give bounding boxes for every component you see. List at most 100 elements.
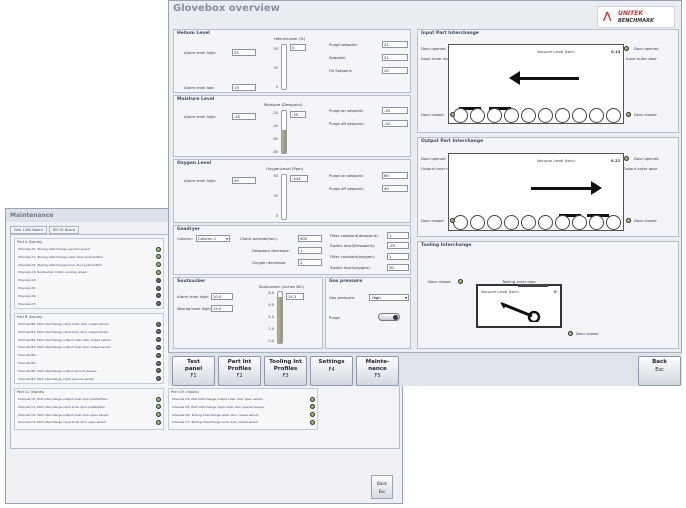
soutsucker-tick-0: 0.0 bbox=[268, 339, 274, 343]
channel-label: Channel A0: Tooling interchange vacuum s… bbox=[18, 247, 91, 251]
back-label: Back bbox=[377, 481, 387, 486]
helium-tick-0: 0 bbox=[275, 85, 278, 89]
gasdryer-check-period-label: Check periode(sec): bbox=[240, 236, 278, 241]
soutsucker-tick-6: 6.0 bbox=[268, 303, 274, 307]
gasdryer-title: Gasdryer bbox=[177, 227, 201, 232]
channel-label: Channel B6: Part interchange output vacu… bbox=[18, 368, 97, 373]
channel-status-led bbox=[156, 329, 161, 335]
part-int-profiles-button[interactable]: Part Int Profiles F2 bbox=[218, 356, 261, 386]
oxygen-alarm-high-label: Alarm level high: bbox=[184, 178, 217, 183]
roller-icon bbox=[521, 108, 536, 123]
gasdryer-column-select[interactable]: Column 1 ▾ bbox=[196, 235, 230, 242]
channel-label: Channel C1: Part interchange input inner… bbox=[18, 404, 106, 409]
gasdryer-switch-dew-label: Switch level(Dewpoint): bbox=[330, 243, 376, 248]
moisture-alarm-high-field[interactable]: -42 bbox=[232, 113, 256, 120]
channel-status-led bbox=[156, 368, 161, 374]
back-key: Esc bbox=[378, 489, 386, 494]
maintenance-button[interactable]: Mainte- nance F5 bbox=[356, 356, 399, 386]
moisture-gauge-label: Moisture (Dewpoint) bbox=[264, 102, 303, 107]
soutsucker-warning-high-field[interactable]: 15.0 bbox=[211, 305, 233, 312]
output-vacuum-value: 0.21 bbox=[611, 158, 621, 163]
moisture-purge-on-field[interactable]: -45 bbox=[382, 107, 408, 114]
oxygen-purge-off-field[interactable]: 40 bbox=[382, 185, 408, 192]
gas-pressure-select[interactable]: High ▾ bbox=[369, 294, 409, 301]
btn-f1-key: F1 bbox=[190, 373, 197, 379]
moisture-alarm-high-label: Alarm level high: bbox=[184, 114, 217, 119]
chevron-down-icon: ▾ bbox=[226, 236, 228, 241]
purge-toggle[interactable] bbox=[378, 313, 400, 321]
channel-status-led bbox=[156, 360, 161, 366]
chevron-down-icon: ▾ bbox=[404, 295, 407, 300]
channel-label: Channel B1: Part interchange input inner… bbox=[18, 329, 109, 334]
soutsucker-alarm-high-field[interactable]: 20.0 bbox=[211, 293, 233, 300]
channel-label: Channel C4: Part interchange output oute… bbox=[172, 397, 263, 401]
moisture-tick-20: -20 bbox=[272, 111, 278, 115]
moisture-purge-off-field[interactable]: -52 bbox=[382, 120, 408, 127]
back-button[interactable]: Back Esc bbox=[638, 356, 681, 386]
helium-setpoint-field[interactable]: 21 bbox=[382, 54, 408, 61]
unitek-logo: ⋀ UNITEK BENCHMARK bbox=[597, 6, 675, 28]
gasdryer-check-period-field[interactable]: 900 bbox=[298, 235, 322, 242]
input-outer-closed-led bbox=[626, 112, 631, 117]
tab-dio-board[interactable]: DIO IR Board bbox=[48, 226, 80, 234]
output-inner-closed-led bbox=[450, 218, 455, 223]
helium-gauge-label: HeliumLevel (%) bbox=[274, 36, 306, 41]
gasdryer-filter-oxy-field[interactable]: 1 bbox=[387, 253, 409, 260]
gasdryer-panel: Gasdryer Column: Column 1 ▾ Check period… bbox=[173, 225, 411, 275]
tab-das-board[interactable]: DAS 1000 Board bbox=[10, 226, 47, 234]
gasdryer-switch-oxy-field[interactable]: 30 bbox=[387, 264, 409, 271]
arrow-right-icon bbox=[531, 187, 591, 190]
helium-alarm-high-field[interactable]: 25 bbox=[232, 49, 256, 56]
soutsucker-warning-high-label: Warnig level high: bbox=[177, 306, 212, 311]
gasdryer-oxygen-dec-field[interactable]: 2 bbox=[298, 259, 322, 266]
input-door-closed-left: Door closed bbox=[421, 112, 444, 117]
tooling-int-profiles-button[interactable]: Tooling Int Profiles F3 bbox=[264, 356, 307, 386]
roller-icon bbox=[453, 215, 468, 230]
channel-label: Channel C6: Tooling interchange outer do… bbox=[172, 412, 259, 417]
tooling-vacuum-label: Vacuum Level (torr): bbox=[481, 289, 520, 294]
gasdryer-switch-dew-field[interactable]: -45 bbox=[387, 242, 409, 249]
gasdryer-filter-dew-field[interactable]: 1 bbox=[387, 232, 409, 239]
channel-status-led bbox=[156, 277, 161, 283]
soutsucker-tick-4: 4.0 bbox=[268, 315, 274, 319]
roller-icon bbox=[504, 215, 519, 230]
moisture-gauge-fill bbox=[282, 129, 286, 153]
port-ch-title: Port CH (Inputs) bbox=[171, 390, 199, 394]
roller-icon bbox=[572, 108, 587, 123]
output-door-closed-left: Door closed bbox=[421, 218, 444, 223]
gas-pressure-title: Gas pressure bbox=[329, 279, 363, 284]
gasdryer-oxygen-dec-label: Oxygen decrease: bbox=[252, 260, 287, 265]
oxygen-purge-on-field[interactable]: 60 bbox=[382, 172, 408, 179]
soutsucker-gauge-label: Soutsucker (inches WC) bbox=[259, 284, 305, 289]
btn-f5-line2: nance bbox=[368, 365, 387, 372]
moisture-tick-60: -60 bbox=[272, 137, 278, 141]
oxygen-tick-25: 25 bbox=[273, 194, 278, 198]
roller-icon bbox=[538, 215, 553, 230]
gasdryer-switch-oxy-label: Switch level(oxygen): bbox=[330, 265, 371, 270]
gas-pressure-panel: Gas pressure Gas pressure: High ▾ Purge bbox=[325, 277, 411, 349]
maintenance-back-button[interactable]: Back Esc bbox=[371, 475, 393, 499]
btn-f1-line2: panel bbox=[184, 365, 203, 372]
tooling-interchange-panel: Tooling Interchange Door closed Tooling … bbox=[417, 241, 679, 349]
moisture-title: Moisture Level bbox=[177, 97, 215, 102]
roller-icon bbox=[521, 215, 536, 230]
oxygen-purge-on-label: Purge on setpoint: bbox=[329, 173, 364, 178]
helium-purge-setpoint-field[interactable]: 22 bbox=[382, 41, 408, 48]
test-panel-button[interactable]: Test panel F1 bbox=[172, 356, 215, 386]
channel-status-led bbox=[156, 376, 161, 382]
channel-status-led bbox=[310, 412, 315, 418]
settings-button[interactable]: Settings F4 bbox=[310, 356, 353, 386]
helium-fill-setpoint-field[interactable]: 20 bbox=[382, 67, 408, 74]
gasdryer-dewpoint-dec-field[interactable]: 1 bbox=[298, 247, 322, 254]
oxygen-gauge bbox=[281, 174, 287, 220]
helium-alarm-low-field[interactable]: 19 bbox=[232, 84, 256, 91]
gasdryer-filter-oxy-label: Filter constant(oxygen): bbox=[330, 254, 376, 259]
input-vacuum-value: 0.13 bbox=[611, 49, 621, 54]
channel-label: Channel B2: Part interchange output oute… bbox=[18, 337, 112, 342]
oxygen-alarm-high-field[interactable]: 50 bbox=[232, 177, 256, 184]
helium-fill-setpoint-label: Fill Setpoint: bbox=[329, 68, 353, 73]
soutsucker-gauge-fill bbox=[278, 297, 282, 343]
channel-label: Channel C2: Part interchange output inne… bbox=[18, 412, 109, 417]
channel-label: Channel A2: Tooling interchange inner do… bbox=[18, 262, 103, 267]
oxygen-gauge-value: -444 bbox=[290, 175, 308, 182]
